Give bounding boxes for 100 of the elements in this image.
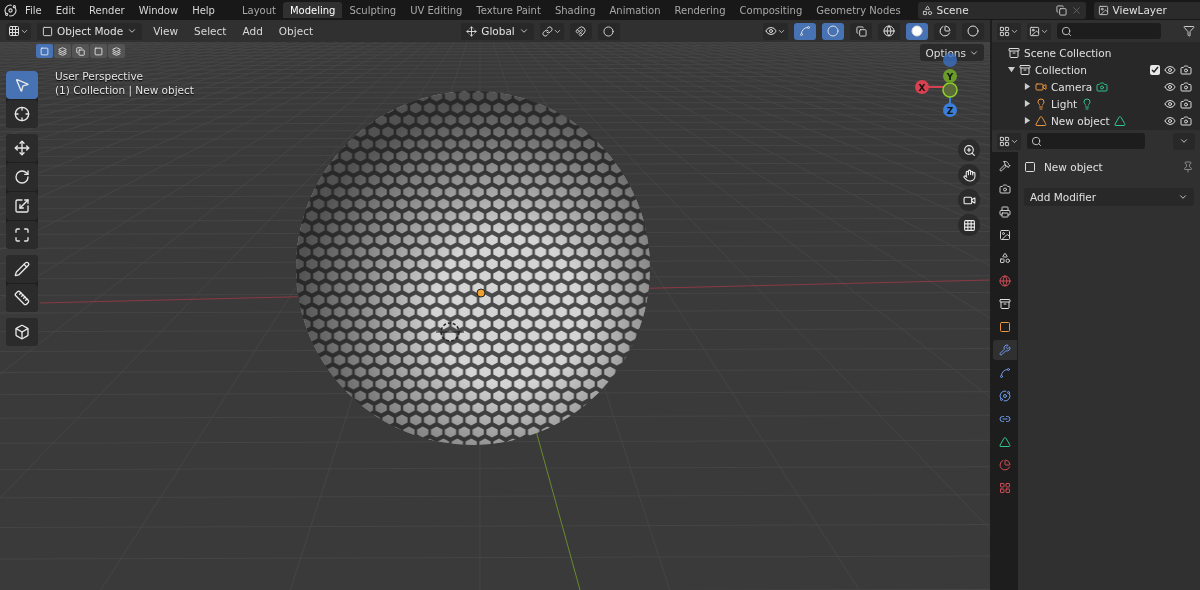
archive-icon xyxy=(1008,46,1020,59)
eye-icon[interactable] xyxy=(1164,80,1176,93)
app-logo-icon[interactable] xyxy=(4,3,17,17)
workspace-tab[interactable]: Rendering xyxy=(667,2,733,18)
scene-icon[interactable] xyxy=(921,4,933,16)
pin-icon[interactable] xyxy=(1182,161,1194,173)
filter-icon[interactable] xyxy=(1183,25,1195,37)
copy-icon[interactable] xyxy=(1055,4,1067,16)
menu-item[interactable]: Edit xyxy=(49,4,82,16)
add-modifier-dropdown[interactable]: Add Modifier xyxy=(1024,188,1194,206)
orientation-dropdown[interactable]: Global xyxy=(461,22,534,40)
search-field[interactable] xyxy=(1027,133,1145,149)
search-field[interactable] xyxy=(1057,23,1161,39)
proportional-button[interactable] xyxy=(597,22,620,40)
tool-button[interactable] xyxy=(6,255,38,283)
material-shading-button[interactable] xyxy=(934,22,956,40)
square-icon xyxy=(1024,161,1036,173)
axis-label: Z xyxy=(946,105,954,116)
camera-icon[interactable] xyxy=(1180,97,1192,110)
camera-data-icon[interactable] xyxy=(1096,80,1109,93)
tree-item[interactable]: Camera xyxy=(1051,80,1093,93)
mesh-data-icon[interactable] xyxy=(1113,114,1126,127)
workspace-tab[interactable]: Geometry Nodes xyxy=(809,2,908,18)
invert-selection-button[interactable] xyxy=(90,44,107,58)
tree-item[interactable]: Scene Collection xyxy=(1024,46,1112,59)
subtract-selection-button[interactable] xyxy=(72,44,89,58)
snap-button[interactable] xyxy=(569,22,592,40)
tool-button[interactable] xyxy=(6,318,38,346)
camera-view-button[interactable] xyxy=(958,189,980,211)
menu-item[interactable]: Window xyxy=(132,4,185,16)
editor-type-button[interactable] xyxy=(6,22,31,40)
disclosure-triangle-icon[interactable] xyxy=(1024,117,1031,124)
tool-button[interactable] xyxy=(6,221,38,249)
camera-icon[interactable] xyxy=(1180,63,1192,76)
tool-button[interactable] xyxy=(6,100,38,128)
light-data-icon[interactable] xyxy=(1081,97,1094,110)
new-selection-button[interactable] xyxy=(36,44,53,58)
menu-item[interactable]: Render xyxy=(83,4,131,16)
menu-item[interactable]: Add xyxy=(237,25,268,37)
pencil-icon xyxy=(14,261,30,277)
tree-item[interactable]: Light xyxy=(1051,97,1078,110)
visibility-button[interactable] xyxy=(763,22,788,40)
printer-icon xyxy=(999,206,1011,218)
workspace-tab[interactable]: Shading xyxy=(547,2,603,18)
layers-icon xyxy=(112,46,121,56)
workspace-tab[interactable]: UV Editing xyxy=(403,2,470,18)
hand-icon xyxy=(962,168,976,182)
checkbox[interactable] xyxy=(1150,64,1160,75)
camera-icon[interactable] xyxy=(1180,80,1192,93)
tool-button[interactable] xyxy=(6,284,38,312)
stacked-squares-icon xyxy=(855,25,867,37)
solid-shading-button[interactable] xyxy=(906,22,928,40)
workspace-tab[interactable]: Modeling xyxy=(282,2,343,18)
transform-icon xyxy=(14,227,30,243)
menu-item[interactable]: Help xyxy=(186,4,221,16)
tool-button[interactable] xyxy=(6,134,38,162)
extend-selection-button[interactable] xyxy=(54,44,71,58)
eye-icon[interactable] xyxy=(1164,97,1176,110)
disclosure-triangle-icon[interactable] xyxy=(1024,100,1031,107)
pan-button[interactable] xyxy=(958,164,980,186)
mode-dropdown[interactable]: Object Mode xyxy=(37,22,143,40)
grid-view-button[interactable] xyxy=(958,214,980,236)
tool-button[interactable] xyxy=(6,192,38,220)
gizmo-button[interactable] xyxy=(794,22,816,40)
eye-icon[interactable] xyxy=(1164,114,1176,127)
display-mode-button[interactable] xyxy=(997,22,1021,40)
move-icon xyxy=(14,140,30,156)
camera-icon xyxy=(999,183,1011,195)
wireframe-shading-button[interactable] xyxy=(878,22,900,40)
menu-item[interactable]: Select xyxy=(189,25,232,37)
tree-item[interactable]: New object xyxy=(1051,114,1110,127)
image-icon[interactable] xyxy=(1097,4,1109,16)
overlay-button[interactable] xyxy=(822,22,844,40)
view-layer-button[interactable] xyxy=(1027,22,1051,40)
axis-handle-icon[interactable] xyxy=(942,82,958,98)
axes-icon xyxy=(466,25,478,37)
intersect-selection-button[interactable] xyxy=(108,44,125,58)
xray-button[interactable] xyxy=(850,22,872,40)
menu-item[interactable]: Object xyxy=(273,25,319,37)
tool-button[interactable] xyxy=(6,163,38,191)
workspace-tab[interactable]: Sculpting xyxy=(342,2,404,18)
tree-item[interactable]: Collection xyxy=(1035,63,1087,76)
workspace-tab[interactable]: Layout xyxy=(234,2,283,18)
workspace-tab[interactable]: Animation xyxy=(602,2,668,18)
camera-icon[interactable] xyxy=(1180,114,1192,127)
menu-item[interactable]: File xyxy=(19,4,48,16)
workspace-tab[interactable]: Texture Paint xyxy=(469,2,548,18)
axis-label: X xyxy=(918,82,926,93)
workspace-tab[interactable]: Compositing xyxy=(732,2,810,18)
disclosure-triangle-icon[interactable] xyxy=(1024,83,1031,90)
menu-item[interactable]: View xyxy=(148,25,184,37)
options-dropdown[interactable]: Options xyxy=(920,44,984,61)
view-layer-field[interactable]: ViewLayer xyxy=(1093,1,1200,19)
zoom-button[interactable] xyxy=(958,139,980,161)
editor-type-button[interactable] xyxy=(997,132,1021,150)
pivot-button[interactable] xyxy=(539,22,564,40)
rendered-shading-button[interactable] xyxy=(962,22,984,40)
scene-field[interactable]: Scene xyxy=(917,1,1086,19)
disclosure-triangle-icon[interactable] xyxy=(1008,66,1015,73)
eye-icon[interactable] xyxy=(1164,63,1176,76)
